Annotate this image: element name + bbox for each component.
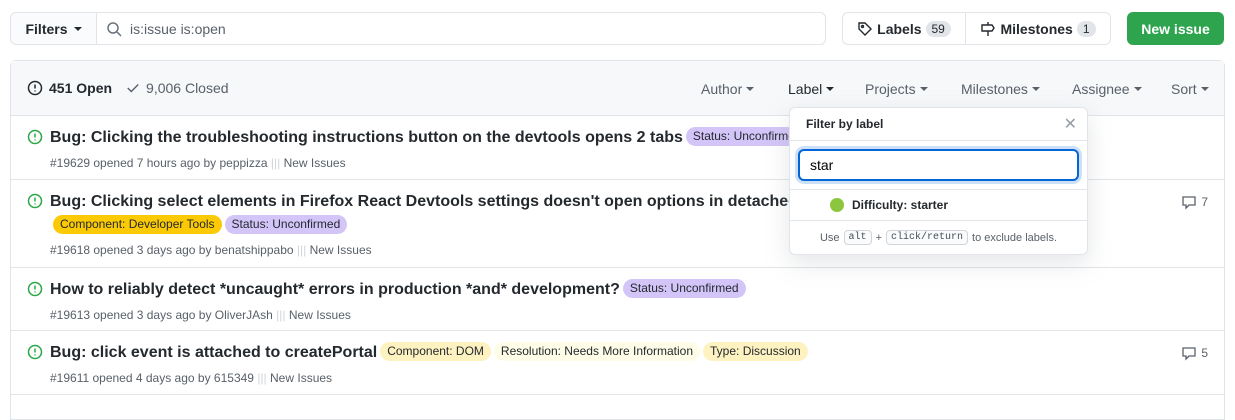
issue-project[interactable]: New Issues [270, 371, 332, 385]
project-icon: ||| [276, 308, 286, 322]
caret-down-icon [746, 86, 755, 91]
comment-count: 7 [1201, 195, 1208, 209]
project-icon: ||| [270, 156, 281, 170]
issue-label[interactable]: Resolution: Needs More Information [493, 342, 701, 361]
caret-down-icon [1133, 86, 1142, 91]
check-icon [127, 84, 139, 93]
caret-down-icon [826, 86, 835, 91]
new-issue-button[interactable]: New issue [1127, 12, 1224, 45]
dropdown-footer: Use alt + click/return to exclude labels… [790, 221, 1087, 254]
sort-filter[interactable]: Sort [1171, 61, 1209, 116]
labels-label: Labels [877, 20, 922, 37]
issue-label[interactable]: Status: Unconfirmed [622, 279, 746, 298]
comment-icon [1182, 196, 1196, 210]
search-icon [107, 21, 122, 37]
issue-title[interactable]: Bug: Clicking the troubleshooting instru… [50, 129, 683, 146]
issue-meta: #19611 opened 4 days ago by 615349 [50, 371, 254, 385]
labels-button[interactable]: Labels 59 [843, 13, 966, 44]
project-icon: ||| [296, 243, 307, 257]
label-option[interactable]: Difficulty: starter [790, 190, 1087, 221]
label-filter-dropdown: Filter by label ✕ Difficulty: starter Use… [789, 107, 1088, 255]
close-icon[interactable]: ✕ [1064, 114, 1077, 134]
filters-button[interactable]: Filters [11, 13, 97, 44]
issue-row: How to reliably detect *uncaught* errors… [11, 268, 1224, 331]
open-tab[interactable]: 451 Open [27, 80, 112, 96]
comments-link[interactable]: 7 [1181, 194, 1208, 210]
issue-label[interactable]: Type: Discussion [703, 342, 808, 361]
labels-milestones-group: Labels 59 Milestones 1 [842, 12, 1111, 45]
open-count: 451 Open [49, 80, 113, 96]
labels-count: 59 [925, 20, 951, 37]
issue-open-icon [27, 80, 43, 96]
footer-plus: + [875, 231, 882, 244]
issue-project[interactable]: New Issues [310, 243, 372, 257]
caret-down-icon [73, 26, 82, 31]
milestones-label: Milestones [1000, 20, 1073, 37]
issue-label[interactable]: Component: Developer Tools [53, 215, 222, 234]
milestones-filter-label: Milestones [961, 80, 1028, 97]
caret-down-icon [1031, 86, 1040, 91]
author-label: Author [701, 80, 743, 97]
issue-label[interactable]: Component: DOM [380, 342, 491, 361]
dropdown-title: Filter by label [806, 117, 884, 131]
label-label: Label [788, 80, 823, 97]
sort-label: Sort [1171, 80, 1197, 97]
click-key: click/return [886, 230, 969, 245]
projects-label: Projects [865, 80, 916, 97]
author-filter[interactable]: Author [701, 61, 755, 116]
issue-open-icon [27, 281, 43, 297]
issue-project[interactable]: New Issues [284, 156, 346, 170]
milestones-button[interactable]: Milestones 1 [966, 13, 1110, 44]
comments-link[interactable]: 5 [1181, 345, 1208, 361]
issue-meta: #19613 opened 3 days ago by OliverJAsh [50, 308, 273, 322]
footer-use: Use [819, 231, 840, 244]
search-value: is:issue is:open [130, 20, 226, 37]
alt-key: alt [843, 230, 872, 245]
milestones-count: 1 [1076, 20, 1096, 37]
issue-meta: #19618 opened 3 days ago by benatshippab… [50, 243, 294, 257]
comment-count: 5 [1201, 346, 1208, 360]
issue-project[interactable]: New Issues [289, 308, 351, 322]
milestone-icon [981, 21, 996, 36]
comment-icon [1182, 347, 1196, 361]
closed-tab[interactable]: 9,006 Closed [126, 80, 229, 96]
assignee-label: Assignee [1072, 80, 1130, 97]
closed-count: 9,006 Closed [146, 80, 229, 96]
label-option-text: Difficulty: starter [852, 198, 949, 212]
issue-title[interactable]: Bug: click event is attached to createPo… [50, 344, 377, 361]
filters-label: Filters [25, 20, 68, 37]
footer-rest: to exclude labels. [972, 231, 1058, 244]
label-search-input[interactable] [798, 149, 1079, 181]
issue-row: Bug: click event is attached to createPo… [11, 331, 1224, 395]
caret-down-icon [919, 86, 928, 91]
label-color-dot [830, 198, 844, 212]
project-icon: ||| [257, 371, 267, 385]
issue-meta: #19629 opened 7 hours ago by peppizza [50, 156, 268, 170]
issue-open-icon [27, 344, 43, 360]
issue-title[interactable]: How to reliably detect *uncaught* errors… [50, 281, 620, 298]
caret-down-icon [1200, 86, 1209, 91]
filter-bar: Filters is:issue is:open [10, 12, 826, 45]
tag-icon [858, 21, 873, 36]
search-input[interactable]: is:issue is:open [97, 13, 825, 44]
issue-label[interactable]: Status: Unconfirmed [224, 215, 348, 234]
issue-open-icon [27, 129, 43, 145]
issue-open-icon [27, 193, 43, 209]
